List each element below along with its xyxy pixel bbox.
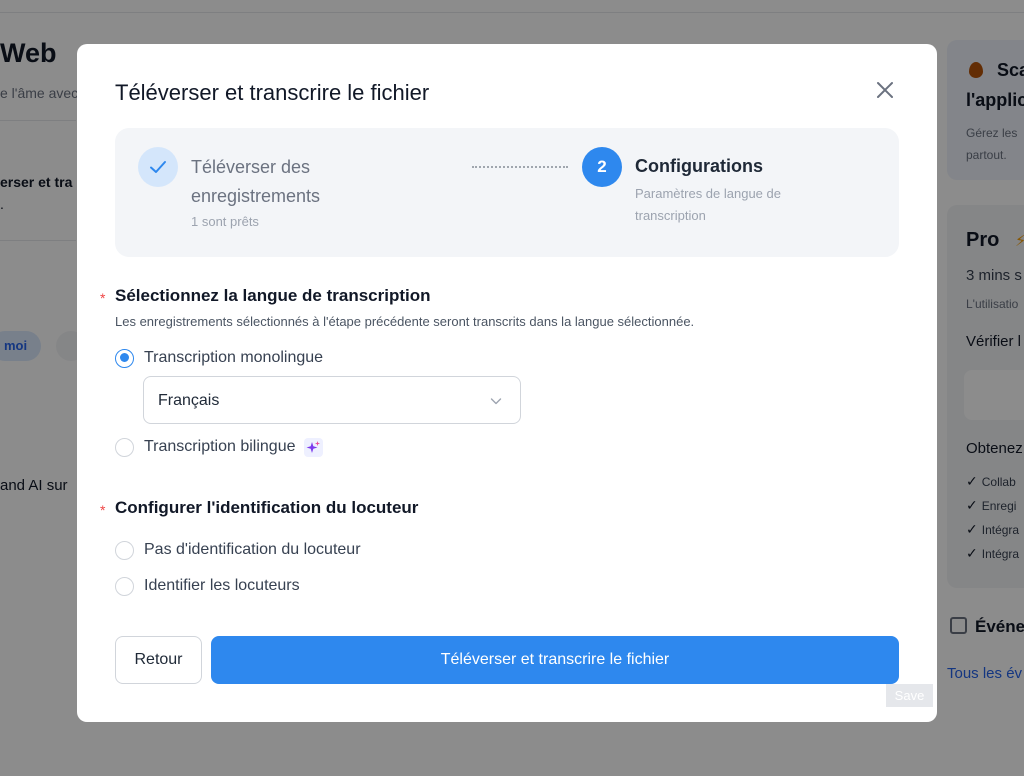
radio-no-speaker-id-label: Pas d'identification du locuteur — [144, 541, 361, 558]
radio-no-speaker-id[interactable]: Pas d'identification du locuteur — [115, 539, 361, 561]
radio-button[interactable] — [115, 540, 134, 560]
radio-identify-speakers[interactable]: Identifier les locuteurs — [115, 575, 300, 597]
radio-monolingual-label: Transcription monolingue — [144, 349, 324, 366]
step-2-subtitle: Paramètres de langue de transcription — [635, 186, 781, 223]
radio-bilingual-label: Transcription bilingue — [144, 438, 296, 455]
upload-modal: Téléverser et transcrire le fichier Télé… — [77, 44, 937, 722]
modal-title: Téléverser et transcrire le fichier — [115, 80, 430, 105]
speaker-section-title: Configurer l'identification du locuteur — [115, 498, 419, 517]
step-2-title: Configurations — [635, 156, 763, 176]
radio-bilingual[interactable]: Transcription bilingue — [115, 436, 324, 458]
chevron-down-icon — [490, 398, 502, 405]
required-mark: * — [100, 502, 106, 518]
language-select[interactable]: Français — [143, 376, 521, 424]
language-section-description: Les enregistrements sélectionnés à l'éta… — [115, 314, 695, 329]
step-1-indicator — [138, 147, 178, 187]
step-2-indicator: 2 — [582, 147, 622, 187]
step-connector — [472, 166, 568, 168]
save-button[interactable]: Save — [886, 684, 933, 707]
close-button[interactable] — [873, 78, 897, 102]
radio-button[interactable] — [115, 576, 134, 596]
radio-button[interactable] — [115, 348, 134, 368]
required-mark: * — [100, 290, 106, 306]
radio-identify-speakers-label: Identifier les locuteurs — [144, 577, 300, 594]
close-icon — [877, 82, 893, 98]
sparkle-icon — [304, 437, 324, 457]
check-icon — [150, 161, 166, 173]
back-button[interactable]: Retour — [115, 636, 202, 684]
radio-button[interactable] — [115, 437, 134, 457]
radio-monolingual[interactable]: Transcription monolingue — [115, 347, 323, 369]
step-1-subtitle: 1 sont prêts — [191, 214, 259, 229]
step-1-title: Téléverser des enregistrements — [191, 157, 321, 206]
language-section-title: Sélectionnez la langue de transcription — [115, 286, 431, 305]
language-select-value: Français — [158, 392, 220, 409]
stepper: Téléverser des enregistrements 1 sont pr… — [115, 128, 899, 257]
upload-transcribe-button[interactable]: Téléverser et transcrire le fichier — [211, 636, 899, 684]
